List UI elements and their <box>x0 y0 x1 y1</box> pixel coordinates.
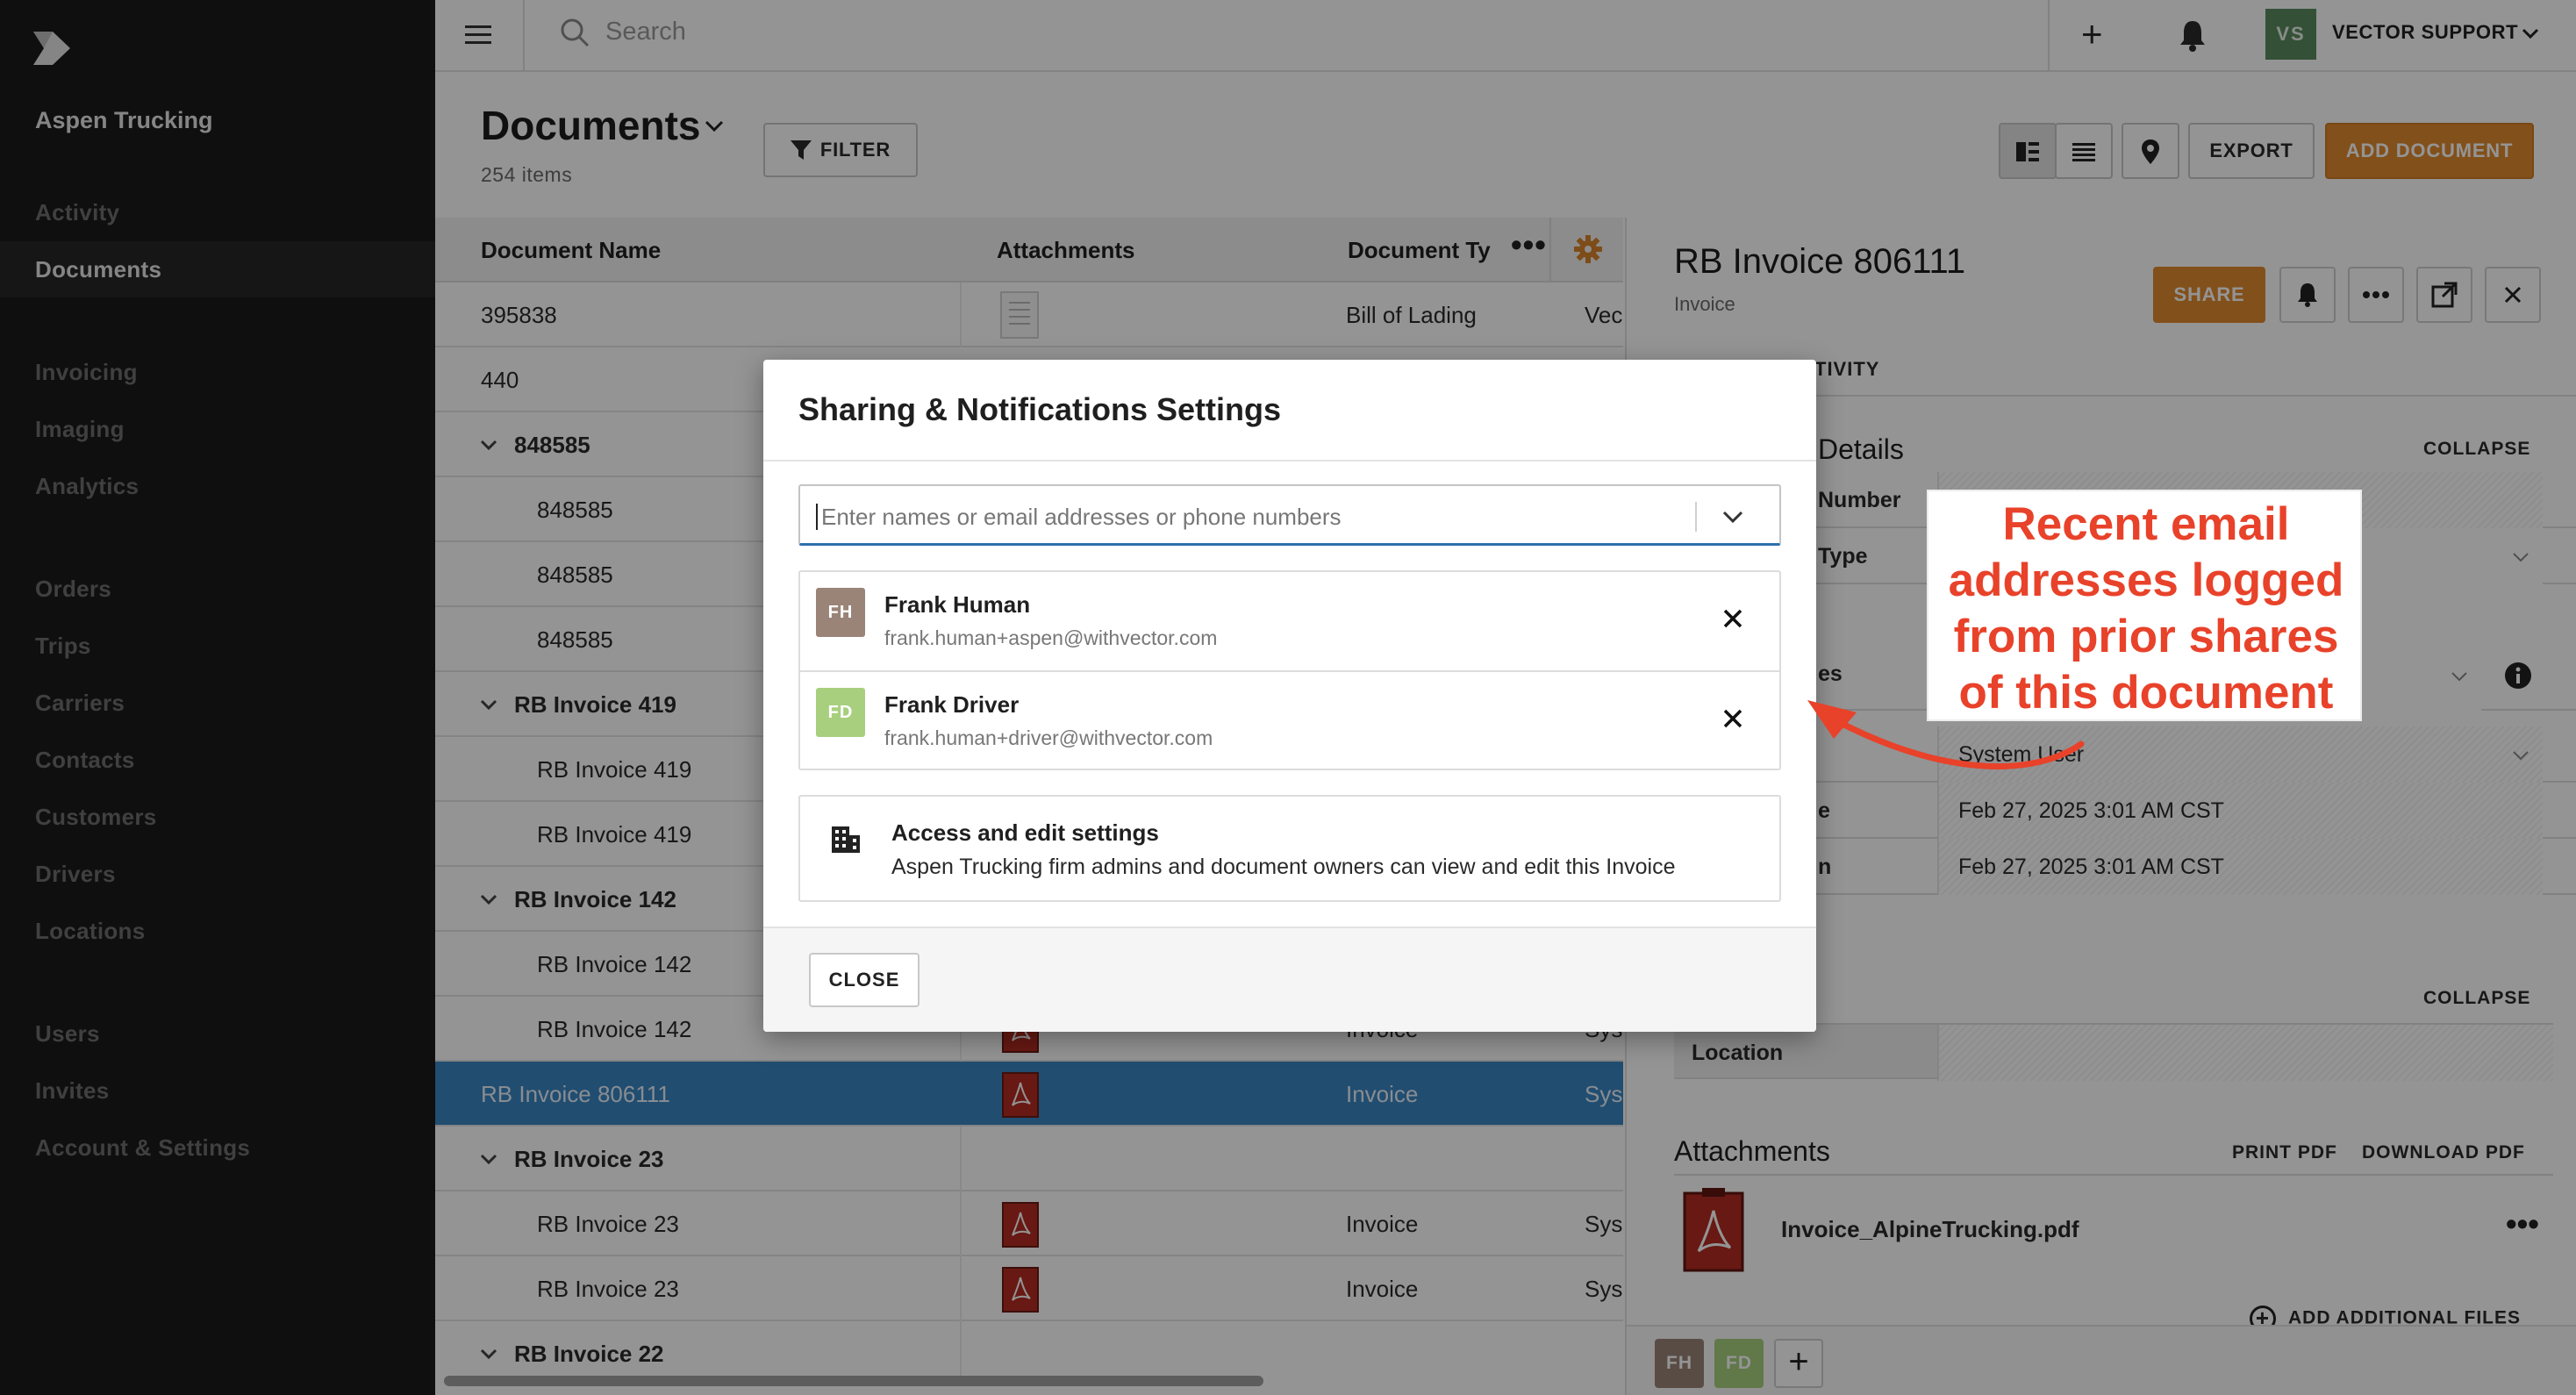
chevron-down-icon[interactable] <box>1720 504 1746 530</box>
recipient-search-input[interactable]: Enter names or email addresses or phone … <box>798 484 1781 546</box>
access-settings-title: Access and edit settings <box>891 819 1159 846</box>
text-caret <box>816 504 818 530</box>
recipient-avatar: FH <box>816 588 865 637</box>
dialog-title: Sharing & Notifications Settings <box>798 391 1282 427</box>
close-button[interactable]: CLOSE <box>809 953 919 1007</box>
recent-recipients-list: FH Frank Human frank.human+aspen@withvec… <box>798 570 1781 770</box>
access-settings-description: Aspen Trucking firm admins and document … <box>891 855 1676 879</box>
sharing-settings-dialog: Sharing & Notifications Settings Enter n… <box>763 360 1816 1032</box>
divider <box>763 460 1816 461</box>
recipient-avatar: FD <box>816 688 865 737</box>
recipient-item[interactable]: FH Frank Human frank.human+aspen@withvec… <box>800 572 1779 670</box>
recipient-email: frank.human+aspen@withvector.com <box>884 626 1218 649</box>
recipient-item[interactable]: FD Frank Driver frank.human+driver@withv… <box>800 670 1779 769</box>
recipient-name: Frank Driver <box>884 691 1020 718</box>
remove-recipient-icon[interactable] <box>1721 707 1744 730</box>
recipient-email: frank.human+driver@withvector.com <box>884 726 1213 749</box>
building-icon <box>832 826 860 853</box>
dialog-footer: CLOSE <box>763 926 1816 1032</box>
divider <box>1695 502 1697 532</box>
input-placeholder: Enter names or email addresses or phone … <box>821 504 1342 530</box>
remove-recipient-icon[interactable] <box>1721 607 1744 630</box>
access-settings-panel[interactable]: Access and edit settings Aspen Trucking … <box>798 795 1781 902</box>
annotation-arrow-icon <box>1807 700 2085 770</box>
recipient-name: Frank Human <box>884 591 1031 618</box>
